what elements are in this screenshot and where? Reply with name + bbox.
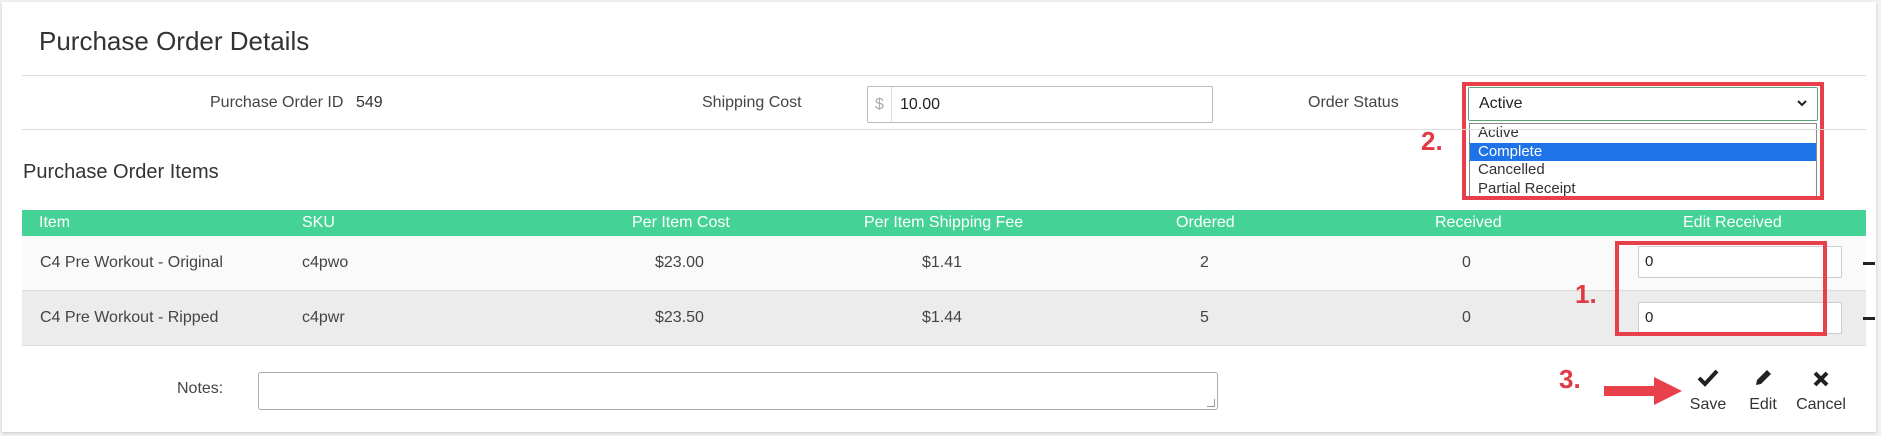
section-title-items: Purchase Order Items: [23, 161, 219, 183]
check-icon: [1683, 368, 1733, 394]
divider: [22, 129, 1866, 130]
edit-label: Edit: [1749, 396, 1777, 413]
annotation-box-status: [1462, 82, 1824, 200]
annotation-step-3: 3.: [1559, 364, 1581, 394]
annotation-step-2: 2.: [1421, 126, 1443, 156]
close-icon: [1792, 368, 1850, 394]
col-ordered: Ordered: [1176, 214, 1235, 231]
annotation-box-edit-received: [1615, 241, 1827, 336]
col-received: Received: [1435, 214, 1502, 231]
minus-icon[interactable]: [1863, 317, 1875, 320]
col-per-item-cost: Per Item Cost: [632, 214, 730, 231]
cell-sku: c4pwr: [302, 309, 345, 326]
notes-textarea[interactable]: [258, 372, 1218, 410]
cancel-button[interactable]: Cancel: [1792, 368, 1850, 414]
resize-grip-icon[interactable]: [1207, 399, 1215, 407]
divider: [22, 75, 1866, 76]
cell-received: 0: [1462, 254, 1471, 271]
cell-ship-fee: $1.41: [922, 254, 963, 271]
shipping-cost-label: Shipping Cost: [702, 94, 802, 111]
save-button[interactable]: Save: [1683, 368, 1733, 414]
shipping-cost-value: 10.00: [900, 95, 941, 113]
col-sku: SKU: [302, 214, 335, 231]
minus-icon[interactable]: [1863, 262, 1875, 265]
page-title: Purchase Order Details: [39, 26, 310, 56]
cell-ordered: 5: [1200, 309, 1209, 326]
col-item: Item: [39, 214, 71, 231]
items-table-header: Item SKU Per Item Cost Per Item Shipping…: [22, 210, 1866, 236]
order-status-label: Order Status: [1308, 94, 1399, 111]
shipping-cost-input[interactable]: $ 10.00: [867, 86, 1213, 123]
col-per-item-shipping-fee: Per Item Shipping Fee: [864, 214, 1024, 231]
arrow-icon: [1604, 377, 1682, 405]
cancel-label: Cancel: [1796, 396, 1846, 413]
save-label: Save: [1689, 396, 1727, 413]
notes-label: Notes:: [177, 380, 224, 397]
cell-ship-fee: $1.44: [922, 309, 963, 326]
annotation-step-1: 1.: [1575, 279, 1597, 309]
po-id-value: 549: [356, 94, 383, 111]
col-edit-received: Edit Received: [1683, 214, 1782, 231]
cell-cost: $23.00: [655, 254, 704, 271]
po-id-label: Purchase Order ID: [210, 94, 344, 111]
purchase-order-card: Purchase Order Details Purchase Order ID…: [2, 2, 1876, 432]
currency-symbol: $: [868, 87, 892, 122]
cell-ordered: 2: [1200, 254, 1209, 271]
cell-item: C4 Pre Workout - Ripped: [40, 309, 219, 326]
edit-button[interactable]: Edit: [1738, 368, 1788, 414]
cell-sku: c4pwo: [302, 254, 349, 271]
cell-item: C4 Pre Workout - Original: [40, 254, 223, 271]
pencil-icon: [1738, 368, 1788, 394]
cell-received: 0: [1462, 309, 1471, 326]
cell-cost: $23.50: [655, 309, 704, 326]
